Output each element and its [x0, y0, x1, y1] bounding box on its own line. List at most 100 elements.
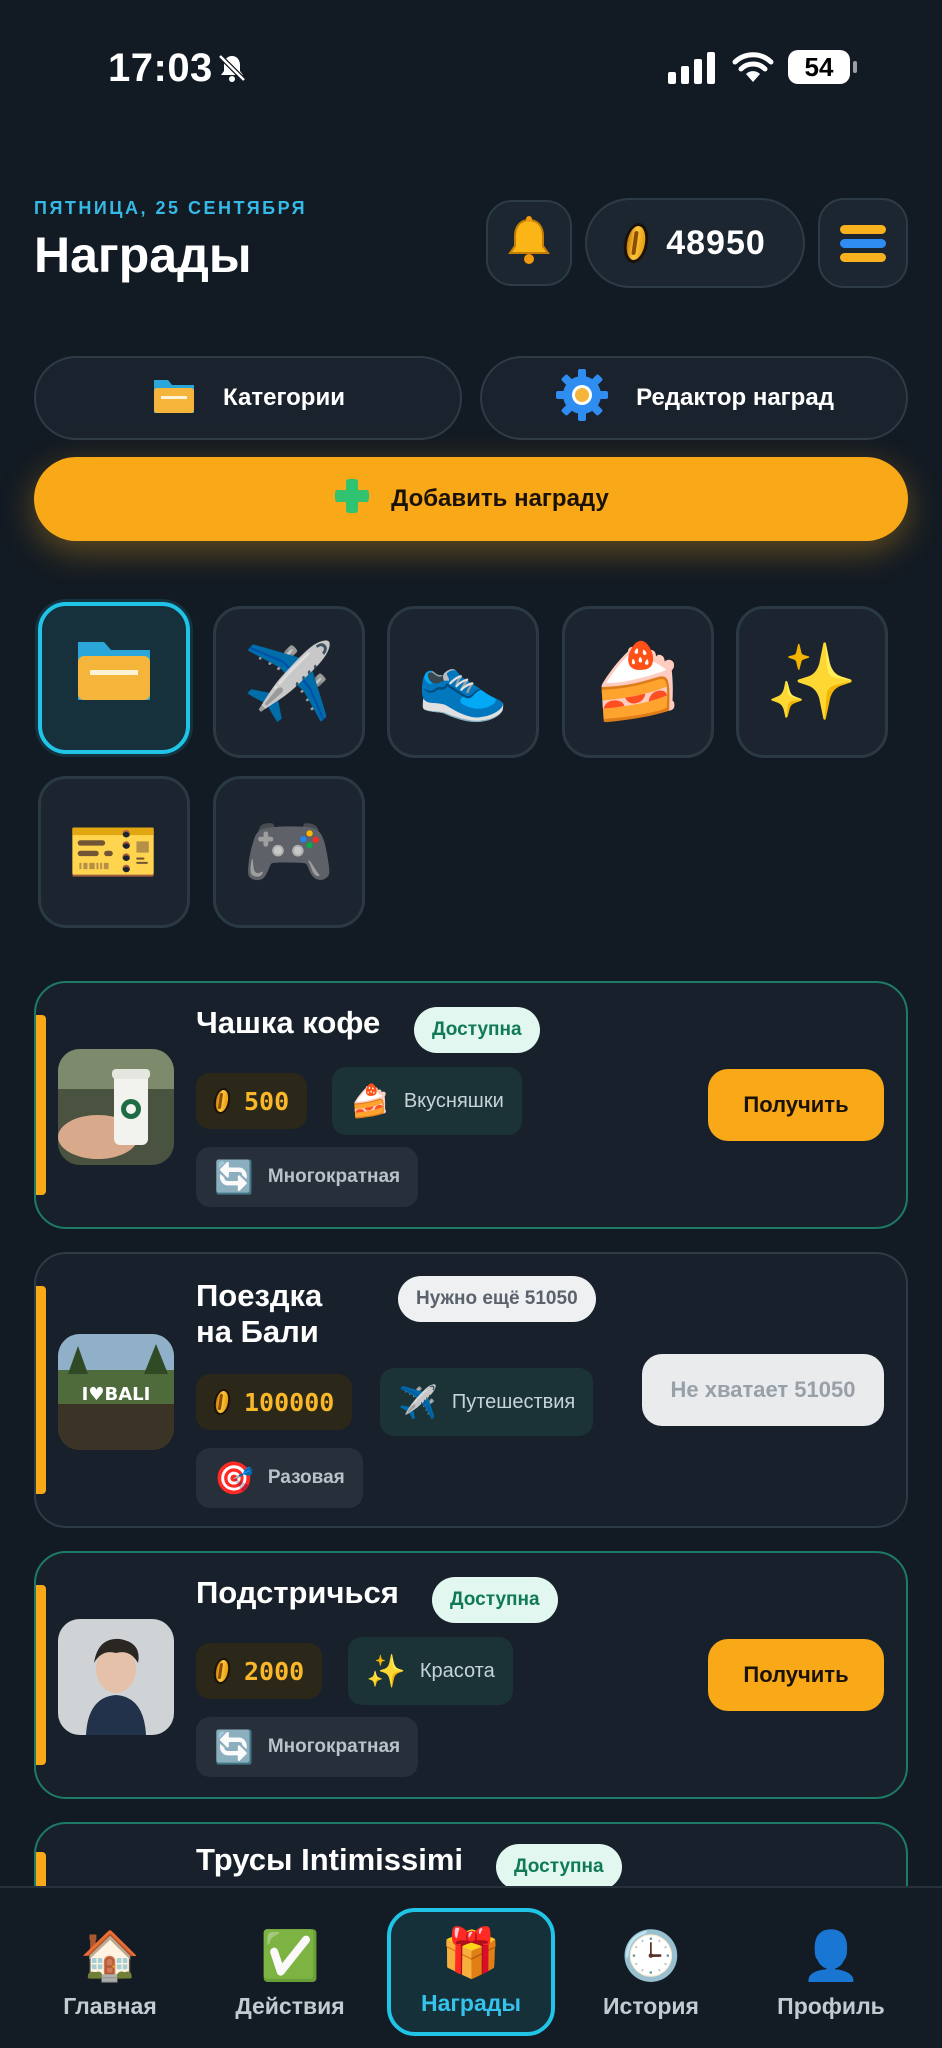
reward-name-line-2: на Бали — [196, 1314, 319, 1349]
repeat-icon: 🔄 — [214, 1729, 254, 1765]
coin-icon — [212, 1088, 232, 1114]
reward-name: Поездка на Бали — [196, 1278, 322, 1350]
plus-icon — [333, 477, 371, 522]
price-value: 100000 — [244, 1387, 335, 1417]
add-reward-button[interactable]: Добавить награду — [34, 457, 908, 541]
reward-photo-coffee — [58, 1049, 174, 1165]
coin-icon — [621, 223, 652, 263]
reward-name: Чашка кофе — [196, 1005, 381, 1040]
category-chip: ✈️ Путешествия — [380, 1368, 594, 1436]
card-accent — [36, 1585, 46, 1765]
nav-label: История — [603, 1992, 699, 2019]
kind-chip: 🔄 Многократная — [196, 1147, 419, 1207]
person-icon: 👤 — [801, 1929, 861, 1983]
reward-card[interactable]: I♥BALI Поездка на Бали Нужно ещё 51050 1… — [34, 1252, 908, 1528]
ticket-icon: 🎫 — [67, 809, 161, 893]
bell-muted-icon — [216, 52, 248, 92]
airplane-icon: ✈️ — [398, 1384, 438, 1420]
insufficient-coins-button[interactable]: Не хватает 51050 — [642, 1354, 884, 1426]
notifications-button[interactable] — [486, 200, 572, 286]
menu-button[interactable] — [818, 198, 908, 288]
coin-icon — [212, 1389, 232, 1415]
claim-button[interactable]: Получить — [708, 1639, 884, 1711]
sparkles-icon: ✨ — [765, 639, 859, 723]
nav-profile[interactable]: 👤 Профиль — [751, 1912, 911, 2038]
reward-editor-button[interactable]: Редактор наград — [480, 356, 908, 440]
sparkles-icon: ✨ — [366, 1653, 406, 1689]
wifi-icon — [732, 50, 774, 84]
nav-history[interactable]: 🕒 История — [571, 1912, 731, 2038]
price-value: 2000 — [244, 1656, 305, 1686]
reward-photo-haircut — [58, 1619, 174, 1735]
kind-label: Многократная — [267, 1736, 401, 1757]
category-tile-entertainment[interactable]: 🎫 — [38, 776, 190, 928]
menu-icon — [840, 224, 886, 262]
svg-text:I♥BALI: I♥BALI — [82, 1384, 151, 1405]
repeat-icon: 🔄 — [214, 1159, 254, 1195]
category-tile-sport[interactable]: 👟 — [387, 606, 539, 758]
coin-balance-button[interactable]: 48950 — [585, 198, 805, 288]
category-tile-travel[interactable]: ✈️ — [213, 606, 365, 758]
categories-label: Категории — [223, 384, 345, 411]
price-chip: 100000 — [196, 1374, 353, 1430]
date-label: ПЯТНИЦА, 25 СЕНТЯБРЯ — [34, 198, 308, 218]
battery-indicator: 54 — [788, 50, 857, 84]
page-title: Награды — [34, 227, 252, 283]
price-chip: 2000 — [196, 1643, 323, 1699]
reward-name-line-1: Поездка — [196, 1278, 323, 1313]
coin-icon — [212, 1658, 232, 1684]
status-bar: 17:03 54 — [0, 0, 942, 140]
bell-icon — [506, 215, 552, 271]
folder-icon — [74, 634, 154, 723]
cake-icon: 🍰 — [350, 1083, 390, 1119]
add-reward-label: Добавить награду — [391, 485, 609, 512]
reward-editor-label: Редактор наград — [636, 384, 834, 411]
card-accent — [36, 1015, 46, 1195]
target-icon: 🎯 — [214, 1460, 254, 1496]
reward-photo-bali: I♥BALI — [58, 1334, 174, 1450]
kind-label: Разовая — [267, 1467, 345, 1488]
category-label: Красота — [419, 1659, 495, 1682]
status-time: 17:03 — [108, 46, 213, 90]
clock-icon: 🕒 — [621, 1929, 681, 1983]
reward-name: Трусы Intimissimi — [196, 1842, 464, 1877]
cake-icon: 🍰 — [591, 639, 685, 723]
bottom-navigation: 🏠 Главная ✅ Действия 🎁 Награды 🕒 История… — [0, 1886, 942, 2048]
category-tile-games[interactable]: 🎮 — [213, 776, 365, 928]
status-badge: Доступна — [414, 1007, 540, 1053]
nav-label: Главная — [63, 1992, 157, 2019]
gift-icon: 🎁 — [441, 1926, 501, 1980]
reward-card[interactable]: Подстричься Доступна 2000 ✨ Красота 🔄 Мн… — [34, 1551, 908, 1799]
nav-label: Награды — [420, 1989, 522, 2016]
status-badge: Доступна — [432, 1577, 558, 1623]
categories-button[interactable]: Категории — [34, 356, 462, 440]
reward-card[interactable]: Чашка кофе Доступна 500 🍰 Вкусняшки 🔄 Мн… — [34, 981, 908, 1229]
category-tile-all[interactable] — [38, 602, 190, 754]
nav-label: Профиль — [777, 1992, 885, 2019]
category-tile-food[interactable]: 🍰 — [562, 606, 714, 758]
claim-button[interactable]: Получить — [708, 1069, 884, 1141]
status-badge: Доступна — [496, 1844, 622, 1890]
nav-label: Действия — [235, 1992, 345, 2019]
gear-icon — [554, 367, 610, 430]
need-more-badge: Нужно ещё 51050 — [398, 1276, 596, 1322]
category-chip: ✨ Красота — [348, 1637, 513, 1705]
checkmark-icon: ✅ — [260, 1929, 320, 1983]
gamepad-icon: 🎮 — [242, 809, 336, 893]
folder-icon — [151, 374, 197, 423]
airplane-icon: ✈️ — [242, 639, 336, 723]
nav-home[interactable]: 🏠 Главная — [30, 1912, 190, 2038]
kind-chip: 🔄 Многократная — [196, 1717, 419, 1777]
kind-chip: 🎯 Разовая — [196, 1448, 363, 1508]
nav-rewards[interactable]: 🎁 Награды — [387, 1908, 555, 2036]
sneaker-icon: 👟 — [416, 639, 510, 723]
cellular-signal-icon — [668, 52, 716, 84]
nav-actions[interactable]: ✅ Действия — [210, 1912, 370, 2038]
card-accent — [36, 1286, 46, 1494]
category-chip: 🍰 Вкусняшки — [332, 1067, 522, 1135]
coin-balance: 48950 — [666, 223, 766, 262]
category-tile-beauty[interactable]: ✨ — [736, 606, 888, 758]
price-chip: 500 — [196, 1073, 308, 1129]
category-label: Путешествия — [451, 1390, 576, 1413]
price-value: 500 — [244, 1086, 290, 1116]
